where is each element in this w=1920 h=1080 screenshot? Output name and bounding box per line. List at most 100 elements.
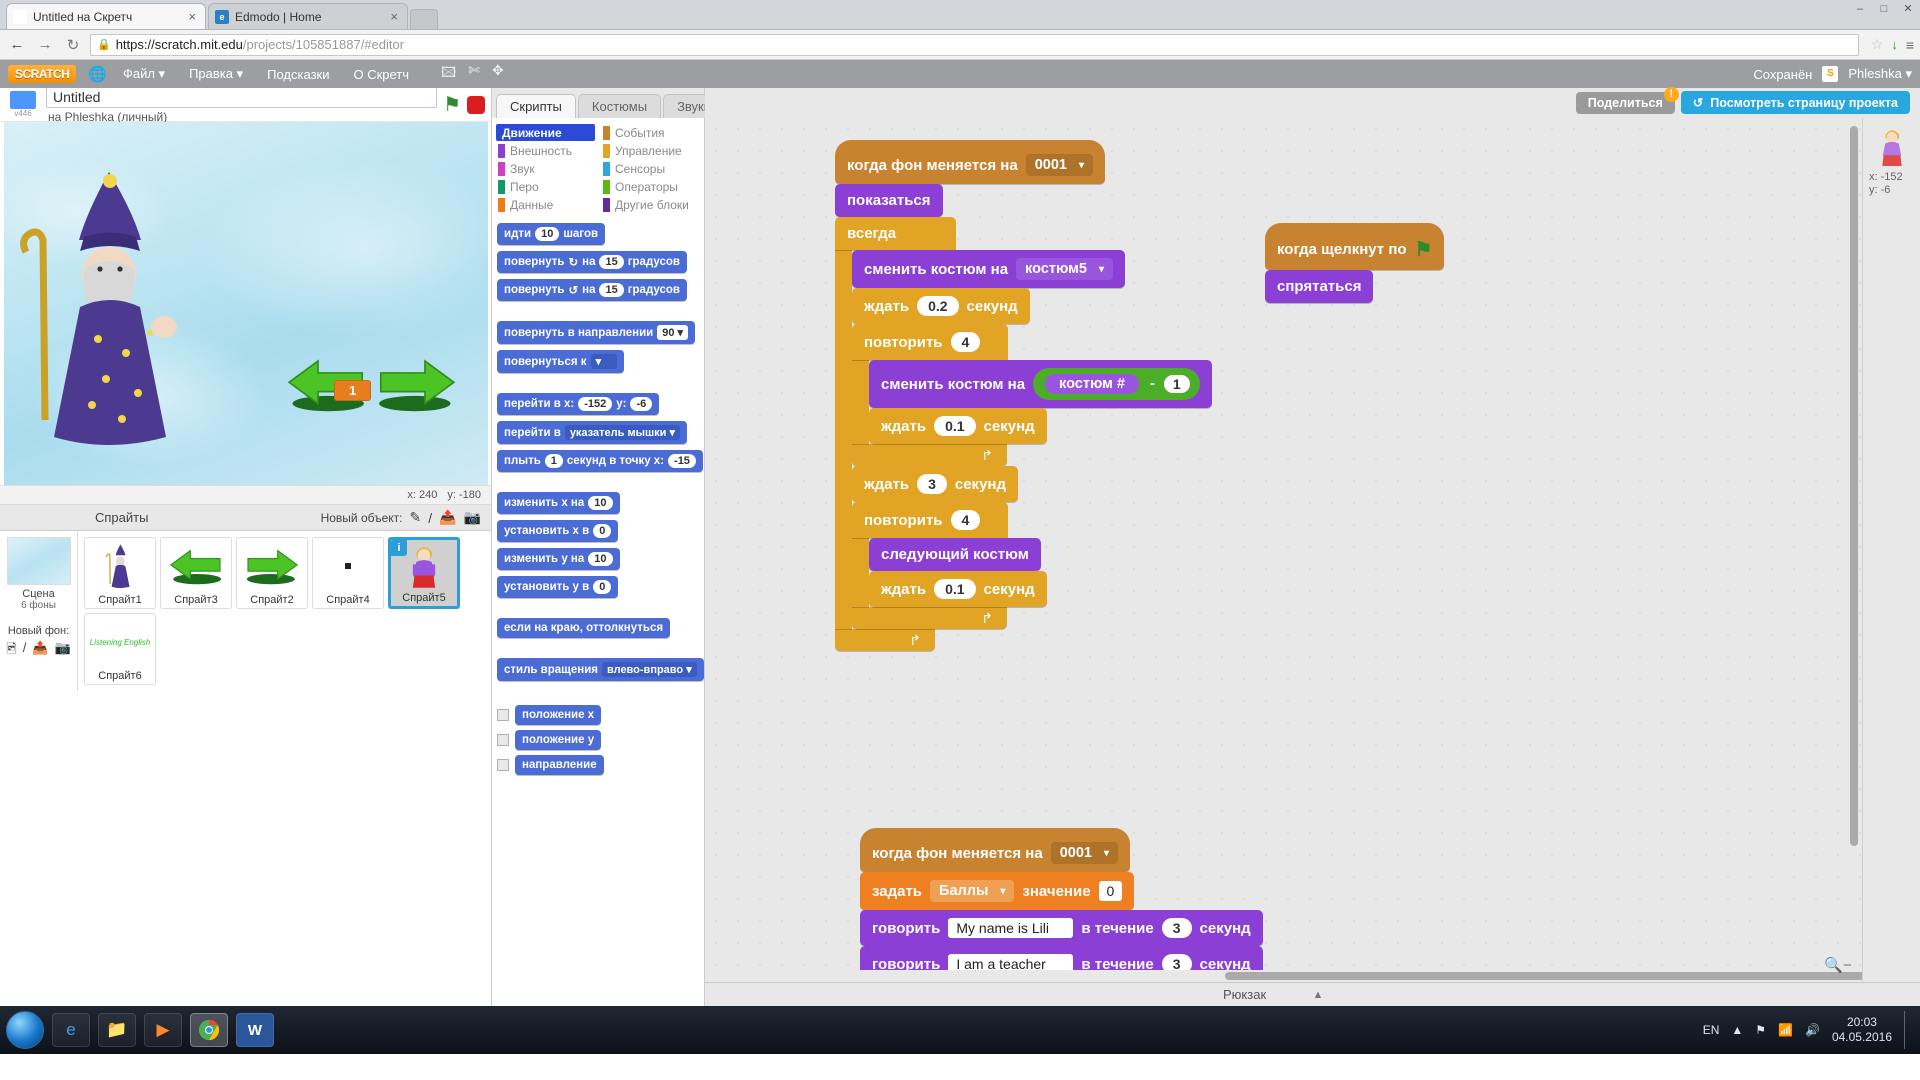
category-control[interactable]: Управление (601, 142, 700, 159)
show-desktop-button[interactable] (1904, 1011, 1914, 1049)
browser-menu-icon[interactable]: ≡ (1906, 37, 1914, 53)
wizard-sprite[interactable] (14, 157, 199, 457)
block-input[interactable]: 1 (1163, 375, 1190, 393)
block-input[interactable]: -15 (668, 454, 696, 468)
network-icon[interactable]: 📶 (1778, 1023, 1793, 1037)
script-backdrop-switch-1[interactable]: когда фон меняется на 0001 ▾ показаться … (835, 140, 1212, 651)
upload-icon[interactable]: 📤 (32, 640, 48, 662)
category-motion[interactable]: Движение (496, 124, 595, 141)
category-sensing[interactable]: Сенсоры (601, 160, 700, 177)
block-dropdown[interactable]: указатель мышки ▾ (564, 425, 680, 440)
sprite-thumb-4[interactable]: Спрайт4 (312, 537, 384, 609)
block-input[interactable]: 0 (1098, 881, 1123, 901)
block-input[interactable]: 10 (588, 552, 613, 566)
block-input[interactable]: 15 (599, 255, 624, 269)
sprite-thumb-6[interactable]: Listening English Спрайт6 (84, 613, 156, 685)
menu-file[interactable]: Файл ▾ (111, 66, 177, 82)
username-menu[interactable]: Phleshka ▾ (1848, 66, 1912, 82)
checkbox-position-y[interactable] (497, 734, 509, 746)
block-input[interactable]: 1 (544, 454, 563, 468)
menu-about[interactable]: О Скретч (341, 67, 421, 82)
back-icon[interactable]: ← (6, 36, 28, 53)
block-dropdown[interactable]: ▾ (590, 354, 617, 369)
backdrop-dropdown[interactable]: 0001 ▾ (1050, 842, 1119, 864)
tray-expand-icon[interactable]: ▲ (1731, 1023, 1743, 1037)
palette-block-turn-cw[interactable]: повернуть ↻ на 15 градусов (497, 251, 687, 273)
block-palette[interactable]: идти 10 шагов повернуть ↻ на 15 градусов… (492, 217, 704, 1006)
scissors-icon[interactable]: ✄ (468, 62, 480, 86)
block-dropdown[interactable]: 90 ▾ (657, 325, 689, 340)
block-input[interactable]: 0.1 (934, 579, 976, 599)
stage-selector[interactable]: Сцена 6 фоны Новый фон: 🖻 / 📤 📷 (0, 531, 78, 691)
palette-reporter-direction[interactable]: направление (515, 755, 604, 775)
block-forever[interactable]: всегда сменить костюм на костюм5 ▾ ждать… (835, 217, 1212, 651)
word-icon[interactable]: W (236, 1013, 274, 1047)
checkbox-direction[interactable] (497, 759, 509, 771)
new-tab-button[interactable] (410, 9, 438, 29)
block-dropdown[interactable]: влево-вправо ▾ (601, 662, 697, 677)
category-pen[interactable]: Перо (496, 178, 595, 195)
block-subtract-operator[interactable]: костюм # - 1 (1033, 368, 1200, 400)
volume-icon[interactable]: 🔊 (1805, 1023, 1820, 1037)
costume-number-reporter[interactable]: костюм # (1043, 372, 1141, 396)
palette-reporter-x[interactable]: положение x (515, 705, 602, 725)
block-wait-4[interactable]: ждать 0.1 секунд (869, 571, 1047, 607)
category-sound[interactable]: Звук (496, 160, 595, 177)
palette-block-bounce-edge[interactable]: если на краю, оттолкнуться (497, 618, 671, 638)
image-icon[interactable]: 🖻 (6, 640, 16, 662)
maximize-icon[interactable]: □ (1876, 3, 1892, 15)
script-when-flag-clicked[interactable]: когда щелкнут по ⚑ спрятаться (1265, 223, 1445, 303)
block-input[interactable]: 10 (588, 496, 613, 510)
arrow-right-sprite[interactable] (374, 353, 459, 415)
project-title-input[interactable] (46, 85, 438, 108)
block-input[interactable]: 0.2 (917, 296, 959, 316)
media-player-icon[interactable]: ▶ (144, 1013, 182, 1047)
block-repeat-2[interactable]: повторить 4 следующий костюм ждать 0.1 с… (852, 502, 1047, 629)
explorer-icon[interactable]: 📁 (98, 1013, 136, 1047)
sprite-thumb-5[interactable]: i Спрайт5 (388, 537, 460, 609)
block-when-flag-clicked[interactable]: когда щелкнут по ⚑ (1265, 223, 1445, 270)
chevron-up-icon[interactable]: ▲ (1313, 989, 1324, 1001)
ie-icon[interactable]: e (52, 1013, 90, 1047)
sprite-info-icon[interactable]: i (391, 540, 407, 556)
block-when-backdrop-switches[interactable]: когда фон меняется на 0001 ▾ (835, 140, 1106, 184)
close-window-icon[interactable]: ✕ (1900, 2, 1916, 15)
palette-block-point-direction[interactable]: повернуть в направлении 90 ▾ (497, 321, 696, 344)
block-input[interactable]: 0 (593, 524, 612, 538)
variable-dropdown[interactable]: Баллы ▾ (930, 880, 1015, 902)
block-switch-costume-expr[interactable]: сменить костюм на костюм # - 1 (869, 360, 1212, 408)
block-input[interactable]: 3 (917, 474, 947, 494)
sprite-thumb-2[interactable]: Спрайт2 (236, 537, 308, 609)
backdrop-dropdown[interactable]: 0001 ▾ (1025, 154, 1094, 176)
block-wait-1[interactable]: ждать 0.2 секунд (852, 288, 1030, 324)
palette-block-glide[interactable]: плыть 1 секунд в точку x: -15 (497, 450, 703, 472)
menu-tips[interactable]: Подсказки (255, 67, 341, 82)
palette-block-point-towards[interactable]: повернуться к ▾ (497, 350, 624, 373)
url-bar[interactable]: 🔒 https://scratch.mit.edu/projects/10585… (90, 33, 1859, 56)
stamp-icon[interactable]: 🖾 (441, 62, 456, 86)
camera-icon[interactable]: 📷 (464, 509, 481, 526)
category-looks[interactable]: Внешность (496, 142, 595, 159)
block-set-variable[interactable]: задать Баллы ▾ значение 0 (860, 872, 1135, 910)
sprite-thumb-3[interactable]: Спрайт3 (160, 537, 232, 609)
project-page-button[interactable]: ↺ Посмотреть страницу проекта (1680, 91, 1910, 114)
palette-block-turn-ccw[interactable]: повернуть ↺ на 15 градусов (497, 279, 687, 301)
block-switch-costume[interactable]: сменить костюм на костюм5 ▾ (852, 250, 1125, 288)
expand-icon[interactable]: ✥ (492, 62, 504, 86)
reload-icon[interactable]: ↻ (62, 36, 84, 54)
block-repeat-1[interactable]: повторить 4 сменить костюм на костюм # -… (852, 324, 1212, 466)
clock[interactable]: 20:03 04.05.2016 (1832, 1015, 1892, 1045)
category-data[interactable]: Данные (496, 196, 595, 213)
download-icon[interactable]: ↓ (1891, 37, 1898, 52)
horizontal-scrollbar[interactable] (1225, 972, 1865, 980)
block-wait-2[interactable]: ждать 0.1 секунд (869, 408, 1047, 444)
checkbox-position-x[interactable] (497, 709, 509, 721)
browser-tab-0[interactable]: S Untitled на Скретч × (6, 3, 206, 29)
palette-block-go-to[interactable]: перейти в указатель мышки ▾ (497, 421, 687, 444)
block-input[interactable]: My name is Lili (948, 918, 1074, 938)
stage-thumbnail[interactable] (6, 537, 71, 585)
category-operators[interactable]: Операторы (601, 178, 700, 195)
user-avatar-icon[interactable]: S (1822, 66, 1839, 82)
scripts-canvas[interactable]: когда фон меняется на 0001 ▾ показаться … (705, 118, 1920, 982)
upload-icon[interactable]: 📤 (439, 509, 456, 526)
